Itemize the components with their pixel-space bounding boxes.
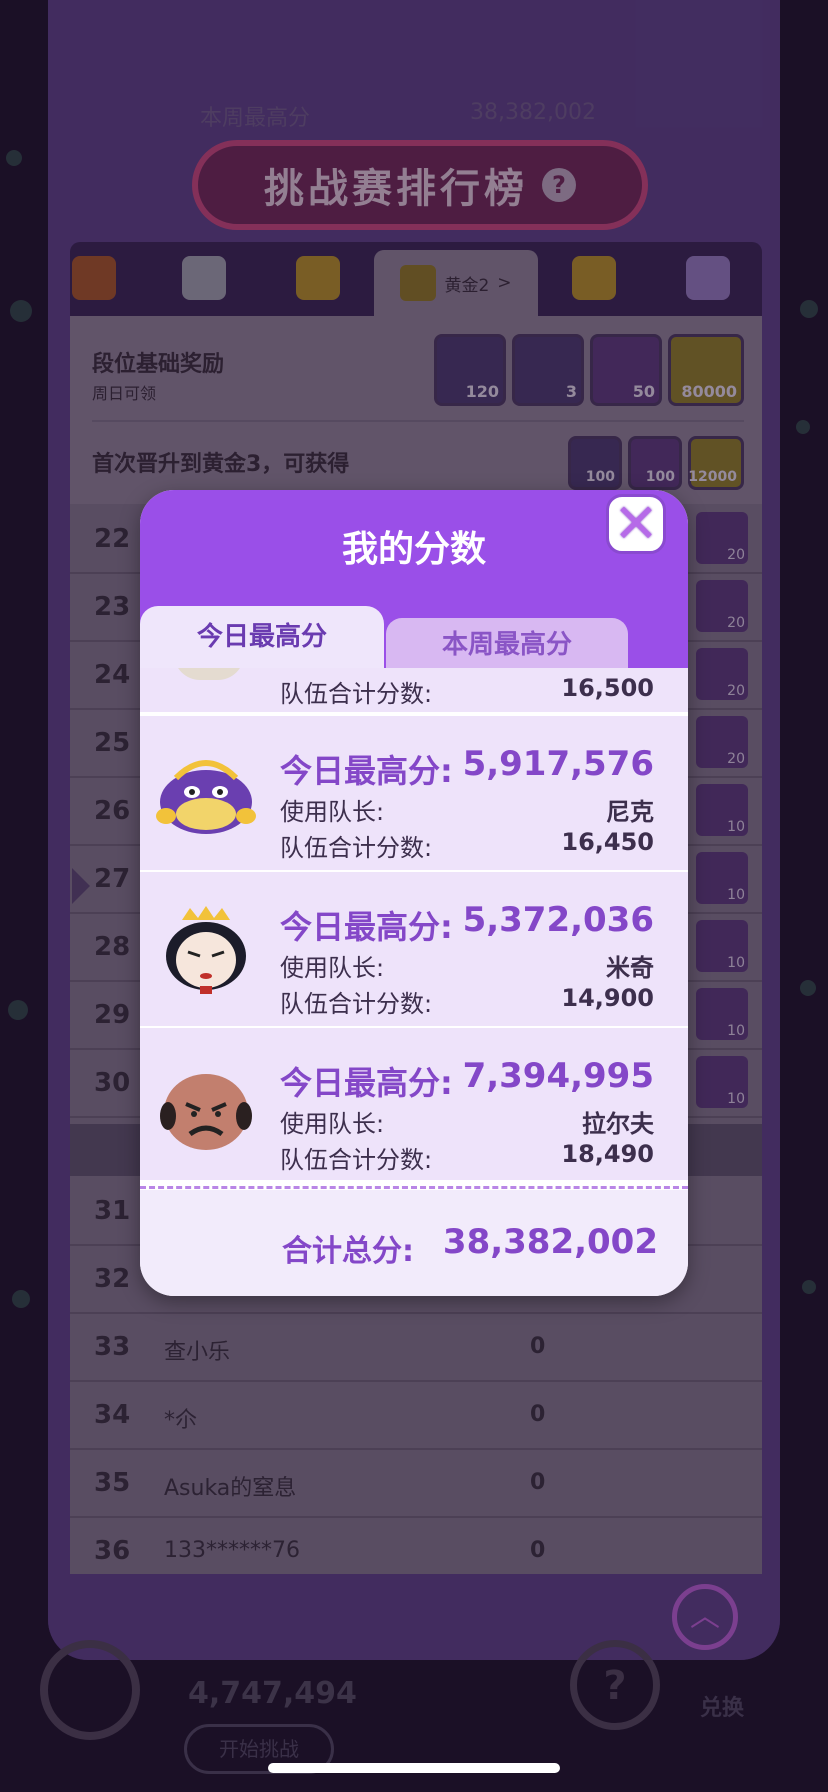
- team-score-value: 14,900: [561, 984, 654, 1012]
- total-divider: [140, 1186, 688, 1189]
- team-score-value: 16,500: [561, 674, 654, 702]
- today-best-label: 今日最高分:: [280, 908, 453, 946]
- team-score-label: 队伍合计分数:: [280, 680, 433, 708]
- score-card: 今日最高分: 5,917,576 使用队长: 尼克 队伍合计分数: 16,450: [140, 716, 688, 870]
- leader-label: 使用队长:: [280, 1110, 385, 1138]
- my-score-modal: 我的分数 今日最高分 本周最高分 队伍合计分数: 16,500 今日最高分: 5…: [140, 490, 688, 1296]
- tab-today-best[interactable]: 今日最高分: [140, 606, 384, 668]
- today-best-value: 7,394,995: [462, 1056, 654, 1096]
- close-icon: ✕: [613, 492, 659, 555]
- profile-ring-icon[interactable]: [40, 1640, 140, 1740]
- team-score-label: 队伍合计分数:: [280, 1146, 433, 1174]
- leader-label: 使用队长:: [280, 954, 385, 982]
- leader-name: 拉尔夫: [582, 1110, 654, 1138]
- today-best-label: 今日最高分:: [280, 1064, 453, 1102]
- leader-name: 米奇: [606, 954, 654, 982]
- team-score-value: 18,490: [561, 1140, 654, 1168]
- team-score-label: 队伍合计分数:: [280, 834, 433, 862]
- queen-avatar-icon: [166, 906, 246, 994]
- partial-avatar-icon: [174, 668, 244, 680]
- bottom-help-icon[interactable]: ?: [570, 1640, 660, 1730]
- total-label: 合计总分:: [282, 1234, 414, 1269]
- team-score-label: 队伍合计分数:: [280, 990, 433, 1018]
- scroll-top-button[interactable]: ︿: [672, 1584, 738, 1650]
- nick-avatar-icon: [156, 760, 256, 834]
- tab-week-best[interactable]: 本周最高分: [386, 618, 628, 668]
- today-best-value: 5,917,576: [462, 744, 654, 784]
- leader-name: 尼克: [606, 798, 654, 826]
- bald-villain-avatar-icon: [160, 1074, 252, 1150]
- score-card-partial: 队伍合计分数: 16,500: [140, 668, 688, 712]
- today-best-label: 今日最高分:: [280, 752, 453, 790]
- total-value: 38,382,002: [442, 1222, 658, 1262]
- bottom-score: 4,747,494: [188, 1676, 357, 1711]
- close-button[interactable]: ✕: [606, 494, 666, 554]
- total-area: 合计总分: 38,382,002: [140, 1190, 688, 1296]
- home-indicator[interactable]: [268, 1763, 560, 1773]
- score-card: 今日最高分: 7,394,995 使用队长: 拉尔夫 队伍合计分数: 18,49…: [140, 1028, 688, 1180]
- exchange-button[interactable]: 兑换: [700, 1690, 744, 1722]
- team-score-value: 16,450: [561, 828, 654, 856]
- leader-label: 使用队长:: [280, 798, 385, 826]
- score-list[interactable]: 队伍合计分数: 16,500 今日最高分: 5,917,576 使用队长: 尼克…: [140, 668, 688, 1180]
- today-best-value: 5,372,036: [462, 900, 654, 940]
- score-card: 今日最高分: 5,372,036 使用队长: 米奇 队伍合计分数: 14,900: [140, 872, 688, 1026]
